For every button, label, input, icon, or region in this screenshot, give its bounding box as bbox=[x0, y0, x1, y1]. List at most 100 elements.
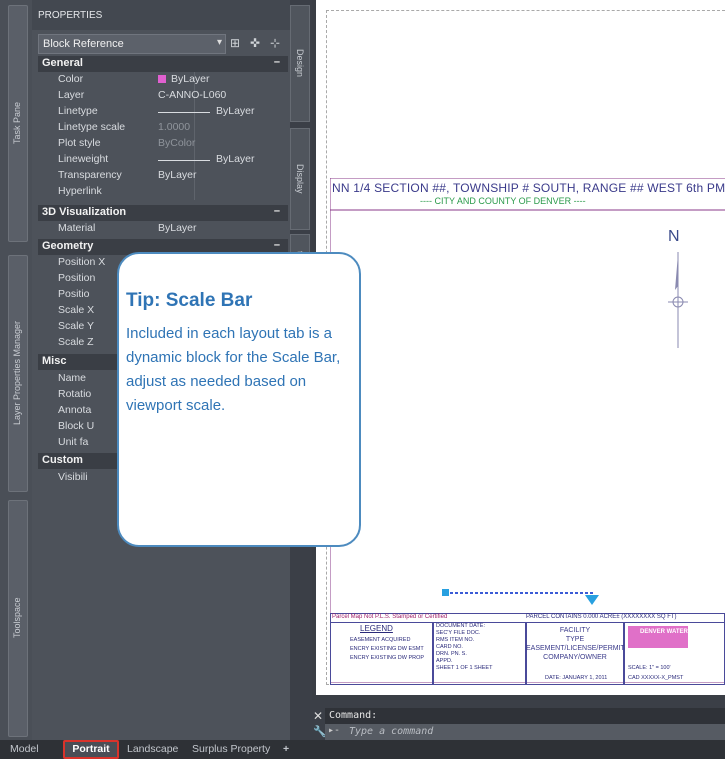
collapse-icon[interactable]: – bbox=[274, 205, 280, 217]
section-general-label: General bbox=[42, 57, 83, 69]
cad-text: CAD XXXXX-X_PMST bbox=[628, 675, 684, 681]
prop-label: Plot style bbox=[58, 137, 101, 149]
legend-item: ENCRY EXISTING DW PROP bbox=[350, 655, 425, 661]
section-geometry-label: Geometry bbox=[42, 240, 94, 252]
collapse-icon[interactable]: – bbox=[274, 56, 280, 68]
prop-row[interactable]: Hyperlink bbox=[38, 184, 288, 200]
prop-row[interactable]: Layer C-ANNO-L060 bbox=[38, 88, 288, 104]
tab-portrait[interactable]: Portrait bbox=[63, 740, 119, 759]
prop-row[interactable]: Color ByLayer bbox=[38, 72, 288, 88]
facility-line: TYPE bbox=[565, 636, 585, 643]
collapse-icon[interactable]: – bbox=[274, 239, 280, 251]
prop-value: 1.0000 bbox=[158, 121, 191, 133]
section-general[interactable]: General – bbox=[38, 56, 288, 72]
toolspace-label: Toolspace bbox=[12, 597, 22, 638]
palette-title-bar[interactable]: PROPERTIES bbox=[32, 0, 290, 30]
prop-label: Lineweight bbox=[58, 153, 109, 165]
prop-label: Visibili bbox=[58, 471, 88, 483]
object-type-value: Block Reference bbox=[43, 38, 124, 50]
denver-water-logo: DENVER WATER bbox=[628, 626, 688, 648]
select-objects-icon[interactable]: ✜ bbox=[246, 34, 264, 52]
command-input[interactable]: ▸- Type a command bbox=[325, 724, 725, 740]
prop-label: Linetype scale bbox=[58, 121, 126, 133]
north-label: N bbox=[668, 228, 680, 245]
prop-row[interactable]: Transparency ByLayer bbox=[38, 168, 288, 184]
command-history: Command: bbox=[325, 708, 725, 724]
add-tab-button[interactable]: + bbox=[283, 742, 289, 757]
prop-value: ByLayer bbox=[216, 105, 255, 117]
tab-display[interactable]: Display bbox=[290, 128, 310, 230]
prop-label: Positio bbox=[58, 288, 90, 300]
prop-label: Annota bbox=[58, 404, 92, 416]
tab-display-label: Display bbox=[295, 164, 305, 194]
task-pane-label: Task Pane bbox=[12, 101, 22, 144]
prop-label: Linetype bbox=[58, 105, 98, 117]
linetype-preview bbox=[158, 112, 210, 113]
facility-line: FACILITY bbox=[559, 627, 591, 634]
scale-bar[interactable] bbox=[440, 583, 605, 609]
prop-label: Hyperlink bbox=[58, 185, 102, 197]
prop-label: Transparency bbox=[58, 169, 122, 181]
section-viz-label: 3D Visualization bbox=[42, 206, 127, 218]
legend-item: ENCRY EXISTING DW ESMT bbox=[350, 646, 424, 652]
prop-label: Material bbox=[58, 222, 96, 234]
tip-callout: Tip: Scale Bar Included in each layout t… bbox=[117, 252, 361, 547]
doc-line: DOCUMENT DATE: bbox=[436, 623, 485, 629]
date-text: DATE: JANUARY 1, 2011 bbox=[545, 675, 608, 681]
tab-landscape[interactable]: Landscape bbox=[127, 742, 178, 757]
tab-model[interactable]: Model bbox=[10, 742, 39, 757]
doc-line: DRN. PN. S. bbox=[436, 651, 467, 657]
north-arrow-icon bbox=[668, 252, 688, 348]
section-custom-label: Custom bbox=[42, 454, 83, 466]
tab-surplus-property[interactable]: Surplus Property bbox=[192, 742, 270, 757]
prop-label: Rotatio bbox=[58, 388, 92, 400]
linetype-preview bbox=[158, 160, 210, 161]
quick-select-icon[interactable]: ⊞ bbox=[226, 34, 244, 52]
divider bbox=[194, 120, 195, 136]
prop-row[interactable]: Plot style ByColor bbox=[38, 136, 288, 152]
prop-row[interactable]: Linetype ByLayer bbox=[38, 104, 288, 120]
doc-line: APPD. bbox=[436, 658, 453, 664]
prop-row[interactable]: Lineweight ByLayer bbox=[38, 152, 288, 168]
command-label: Command: bbox=[329, 710, 378, 721]
object-type-select[interactable]: Block Reference ▾ bbox=[38, 34, 226, 54]
divider bbox=[194, 184, 195, 200]
prop-value: ByLayer bbox=[171, 73, 210, 85]
doc-line: RMS ITEM NO. bbox=[436, 637, 475, 643]
prop-label: Position bbox=[58, 272, 96, 284]
legend-item: EASEMENT ACQUIRED bbox=[350, 637, 411, 643]
doc-line: CARD NO. bbox=[436, 644, 463, 650]
doc-lines: DOCUMENT DATE: SEC'Y FILE DOC. RMS ITEM … bbox=[436, 623, 492, 672]
brand-text: DENVER WATER bbox=[640, 629, 688, 635]
close-icon[interactable]: ✕ bbox=[313, 709, 323, 723]
section-3d-visualization[interactable]: 3D Visualization – bbox=[38, 205, 288, 221]
section-title-band: NN 1/4 SECTION ##, TOWNSHIP # SOUTH, RAN… bbox=[330, 180, 725, 210]
prop-label: Name bbox=[58, 372, 87, 384]
prop-value: ByLayer bbox=[158, 169, 197, 181]
prop-label: Color bbox=[58, 73, 84, 85]
prop-row[interactable]: Linetype scale 1.0000 bbox=[38, 120, 288, 136]
toggle-pickadd-icon[interactable]: ⊹ bbox=[266, 34, 284, 52]
magenta-swatch-icon bbox=[158, 75, 166, 83]
doc-line: SHEET 1 OF 1 SHEET bbox=[436, 665, 493, 671]
legend-title: LEGEND bbox=[360, 624, 393, 633]
prop-row-material[interactable]: Material ByLayer bbox=[38, 221, 288, 237]
prop-value: ByLayer bbox=[216, 153, 255, 165]
chevron-down-icon: ▾ bbox=[216, 37, 222, 48]
prop-value: C-ANNO-L060 bbox=[158, 89, 227, 101]
prompt-icon[interactable]: ▸- bbox=[328, 725, 340, 736]
facility-line: EASEMENT/LICENSE/PERMIT bbox=[526, 645, 625, 652]
prop-label: Scale Z bbox=[58, 336, 94, 348]
parcel-text: PARCEL CONTAINS 0.000 ACRE± (XXXXXXXX SQ… bbox=[526, 614, 677, 620]
facility-line: COMPANY/OWNER bbox=[543, 654, 607, 661]
layer-manager-label: Layer Properties Manager bbox=[12, 320, 22, 425]
city-subtitle: ---- CITY AND COUNTY OF DENVER ---- bbox=[420, 196, 586, 206]
prop-label: Unit fa bbox=[58, 436, 89, 448]
tab-design[interactable]: Design bbox=[290, 5, 310, 122]
prop-label: Scale Y bbox=[58, 320, 94, 332]
section-title: NN 1/4 SECTION ##, TOWNSHIP # SOUTH, RAN… bbox=[332, 181, 725, 195]
facility-lines: FACILITY TYPE EASEMENT/LICENSE/PERMIT CO… bbox=[526, 626, 625, 662]
prop-label: Block U bbox=[58, 420, 95, 432]
title-block: Parcel Map Not P.L.S. Stamped or Certifi… bbox=[330, 613, 725, 685]
prop-value: ByLayer bbox=[158, 222, 197, 234]
